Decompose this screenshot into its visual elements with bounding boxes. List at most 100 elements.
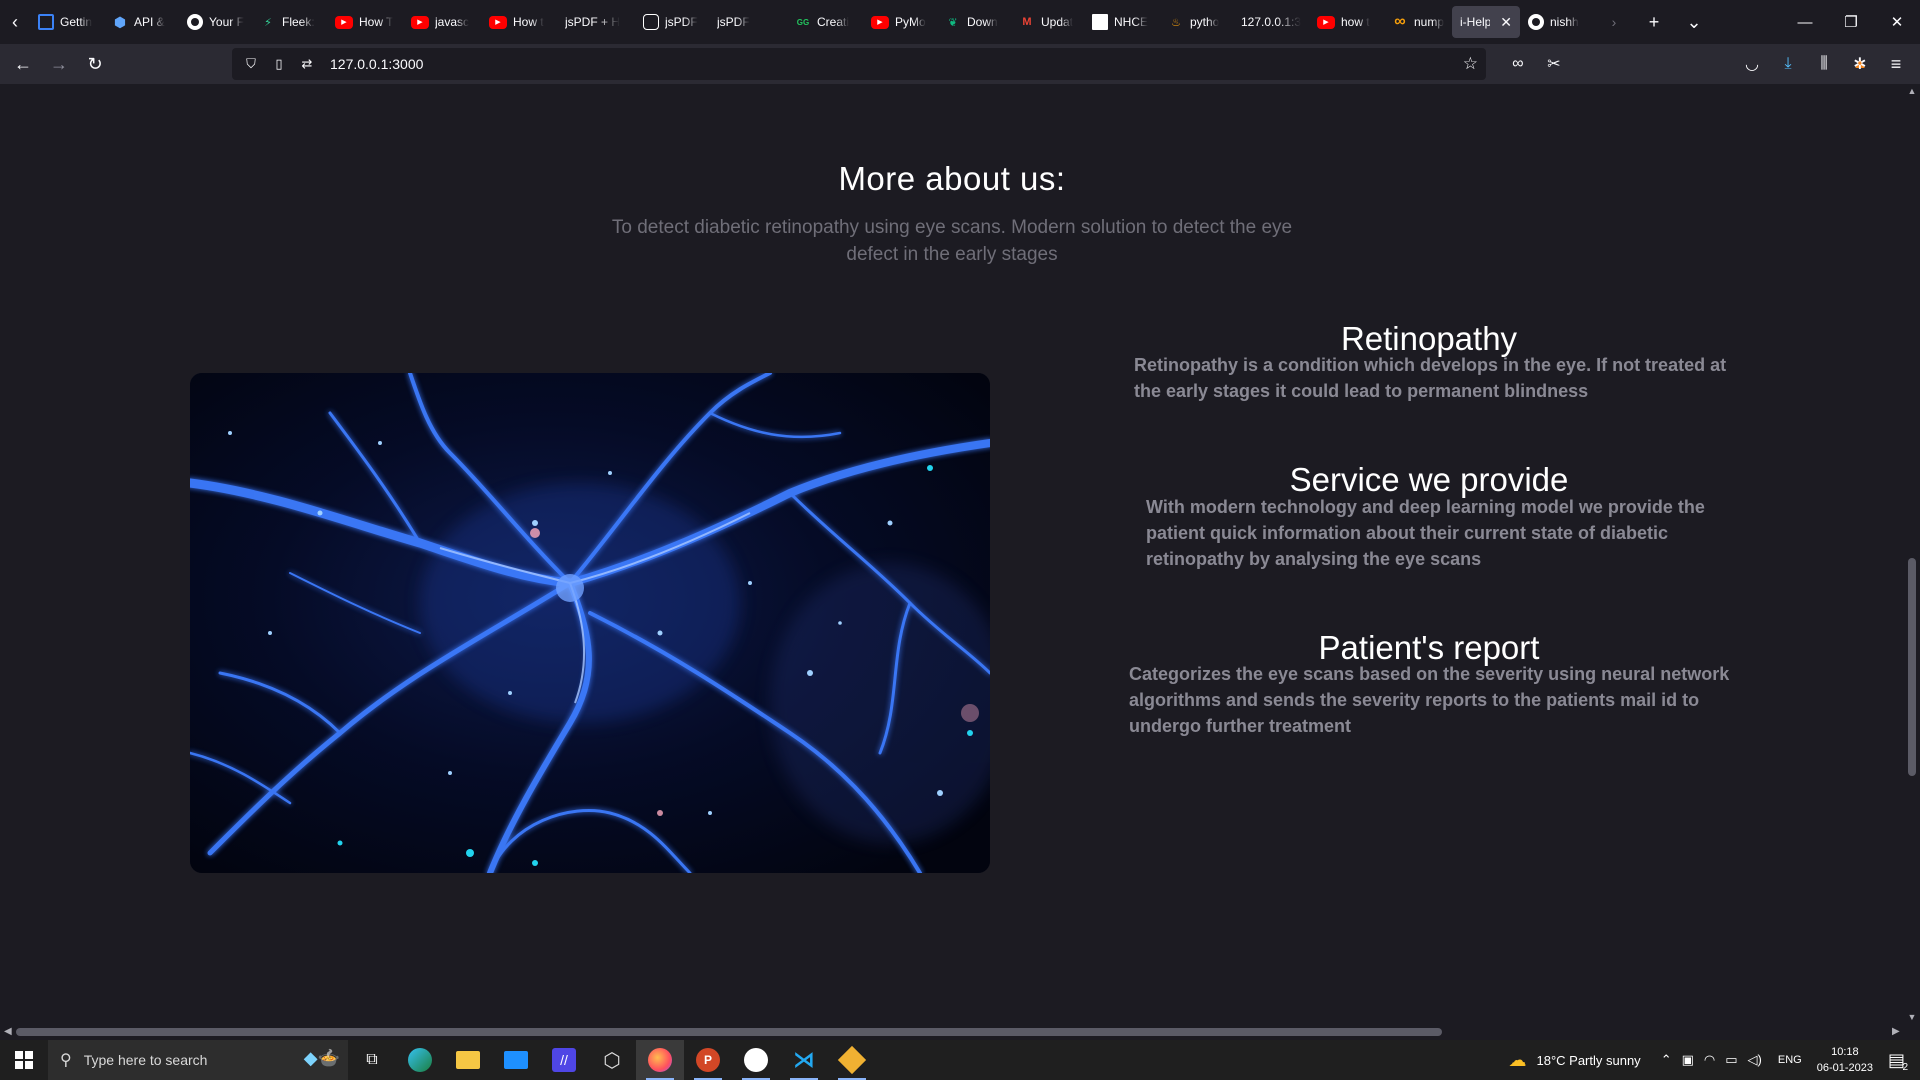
extension-infinity-icon[interactable]: ∞: [1500, 48, 1536, 80]
list-tabs-button[interactable]: ⌄: [1674, 0, 1714, 44]
scroll-right-arrow-icon[interactable]: ▶: [1892, 1026, 1900, 1037]
browser-tab[interactable]: ▶ How t: [481, 6, 557, 38]
tab-title: jsPDF: [665, 15, 698, 29]
git-icon[interactable]: [828, 1040, 876, 1080]
scroll-left-arrow-icon[interactable]: ◀: [4, 1026, 12, 1037]
browser-tab[interactable]: jsPDF: [635, 6, 709, 38]
page-icon[interactable]: ▯: [270, 56, 288, 72]
volume-icon[interactable]: ◁): [1743, 1052, 1767, 1068]
tab-title: PyMo: [895, 15, 926, 29]
scroll-up-arrow-icon[interactable]: ▲: [1906, 86, 1918, 96]
tab-title: nump: [1414, 15, 1444, 29]
taskbar-search-box[interactable]: ⚲ Type here to search ◆🍲: [48, 1040, 348, 1080]
browser-tab[interactable]: ♨ pytho: [1160, 6, 1233, 38]
tab-title: API &: [134, 15, 165, 29]
vertical-scrollbar[interactable]: ▲ ▼: [1904, 84, 1920, 1024]
gg-icon: GG: [796, 17, 810, 27]
browser-tab[interactable]: GG Creati: [787, 6, 863, 38]
windows-logo-icon: [15, 1051, 33, 1069]
nav-bar: ← → ↻ ⛉ ▯ ⇄ 127.0.0.1:3000 ☆ ∞ ✂ ◡ ⤓ ⫼ ▲…: [0, 44, 1920, 84]
horizontal-scrollbar[interactable]: ◀ ▶: [0, 1024, 1920, 1040]
browser-tab[interactable]: M Updat: [1011, 6, 1084, 38]
browser-tab[interactable]: jsPDF: [709, 6, 787, 38]
forward-button[interactable]: →: [41, 48, 77, 80]
tab-scroll-right-button[interactable]: ›: [1594, 0, 1634, 44]
back-button[interactable]: ←: [5, 48, 41, 80]
obs-icon[interactable]: [732, 1040, 780, 1080]
file-explorer-icon[interactable]: [444, 1040, 492, 1080]
downloads-icon[interactable]: ⤓: [1770, 48, 1806, 80]
close-window-button[interactable]: ✕: [1874, 0, 1920, 44]
browser-tab[interactable]: ⚡ Fleek:: [252, 6, 327, 38]
horizontal-scroll-thumb[interactable]: [16, 1028, 1442, 1036]
browser-tab[interactable]: ▶ how t: [1309, 6, 1384, 38]
browser-tab[interactable]: ❦ Down: [937, 6, 1011, 38]
browser-tab[interactable]: Your F: [179, 6, 252, 38]
reload-button[interactable]: ↻: [77, 48, 113, 80]
url-bar[interactable]: ⛉ ▯ ⇄ 127.0.0.1:3000 ☆: [232, 48, 1486, 80]
hamburger-menu-icon[interactable]: ≡: [1878, 48, 1914, 80]
weather-text[interactable]: 18°C Partly sunny: [1531, 1053, 1645, 1068]
youtube-icon: ▶: [335, 15, 353, 29]
openai-icon: [643, 14, 659, 30]
search-highlight-icon: ◆🍲: [303, 1048, 340, 1068]
neuron-image: [190, 373, 990, 873]
tab-title: Creati: [817, 15, 850, 29]
section-subtitle: To detect diabetic retinopathy using eye…: [611, 217, 1293, 265]
clock-date: 06-01-2023: [1816, 1062, 1873, 1074]
language-indicator[interactable]: ENG: [1773, 1054, 1807, 1066]
clock[interactable]: 10:18 06-01-2023: [1807, 1044, 1883, 1076]
browser-tab[interactable]: ∞ nump: [1384, 6, 1452, 38]
permissions-icon[interactable]: ⇄: [298, 56, 316, 72]
tab-title: Fleek:: [282, 15, 315, 29]
minimize-button[interactable]: —: [1782, 0, 1828, 44]
leaf-icon: ❦: [948, 16, 958, 29]
show-hidden-icons[interactable]: ⌃: [1656, 1052, 1677, 1068]
mail-icon[interactable]: [492, 1040, 540, 1080]
browser-tab[interactable]: nishh: [1520, 6, 1594, 38]
powerpoint-icon[interactable]: P: [684, 1040, 732, 1080]
firefox-icon[interactable]: [636, 1040, 684, 1080]
gmail-icon: M: [1022, 16, 1032, 28]
notifications-icon[interactable]: ▤ 2: [1883, 1050, 1910, 1073]
unity-icon[interactable]: ⬡: [588, 1040, 636, 1080]
url-text[interactable]: 127.0.0.1:3000: [330, 56, 423, 72]
new-tab-button[interactable]: +: [1634, 0, 1674, 44]
close-tab-icon[interactable]: ✕: [1500, 14, 1512, 31]
network-icon[interactable]: ◠: [1699, 1052, 1720, 1068]
browser-tab[interactable]: 127.0.0.1:3: [1233, 6, 1309, 38]
task-view-icon[interactable]: ⧉: [348, 1040, 396, 1080]
pocket-icon[interactable]: ◡: [1734, 48, 1770, 80]
browser-tab[interactable]: ⬢ API &: [104, 6, 179, 38]
browser-tab[interactable]: NHCE: [1084, 6, 1160, 38]
vertical-scroll-thumb[interactable]: [1908, 558, 1916, 776]
browser-tab[interactable]: i-Help ✕: [1452, 6, 1520, 38]
browser-tab[interactable]: ▶ javasc: [403, 6, 481, 38]
tab-title: jsPDF + H: [565, 15, 621, 29]
scroll-down-arrow-icon[interactable]: ▼: [1906, 1012, 1918, 1022]
youtube-icon: ▶: [871, 15, 889, 29]
vscode-icon[interactable]: ⋊: [780, 1040, 828, 1080]
gear-extension-icon[interactable]: ✲: [1842, 48, 1878, 80]
browser-tab[interactable]: ▶ PyMo: [863, 6, 937, 38]
tab-scroll-left-button[interactable]: ‹: [0, 0, 30, 44]
start-button[interactable]: [0, 1040, 48, 1080]
battery-icon[interactable]: ▭: [1720, 1052, 1742, 1068]
bookmark-star-icon[interactable]: ☆: [1463, 54, 1478, 74]
library-icon[interactable]: ⫼: [1806, 48, 1842, 80]
system-tray: ☁ 18°C Partly sunny ⌃ ▣ ◠ ▭ ◁) ENG 10:18…: [1503, 1040, 1920, 1080]
tab-bar: ‹ Gettin ⬢ API & Your F ⚡ Fleek: ▶ How T ▶ javasc…: [0, 0, 1920, 44]
restore-button[interactable]: ❐: [1828, 0, 1874, 44]
meet-now-icon[interactable]: ▣: [1677, 1052, 1699, 1068]
extension-scissors-icon[interactable]: ✂: [1536, 48, 1572, 80]
shield-icon[interactable]: ⛉: [242, 56, 260, 72]
browser-tab[interactable]: ▶ How T: [327, 6, 403, 38]
browser-tab[interactable]: jsPDF + H: [557, 6, 635, 38]
browser-tab[interactable]: Gettin: [30, 6, 104, 38]
weather-icon[interactable]: ☁: [1503, 1050, 1531, 1071]
hexagon-icon: ⬢: [113, 13, 127, 30]
edge-icon[interactable]: [396, 1040, 444, 1080]
tab-strip: Gettin ⬢ API & Your F ⚡ Fleek: ▶ How T ▶ javasc ▶ H…: [30, 0, 1594, 44]
tab-title: Your F: [209, 15, 244, 29]
tasks-app-icon[interactable]: //: [540, 1040, 588, 1080]
